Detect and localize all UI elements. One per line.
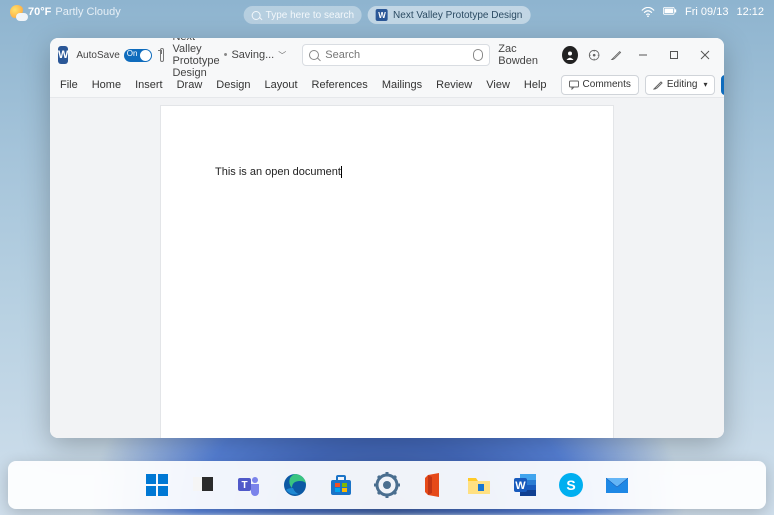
- autosave-control[interactable]: AutoSave On: [76, 49, 151, 62]
- chevron-down-icon: ▾: [703, 80, 707, 89]
- tab-view[interactable]: View: [486, 77, 510, 93]
- weather-condition[interactable]: Partly Cloudy: [55, 6, 120, 18]
- office-app-icon[interactable]: [419, 471, 447, 499]
- document-canvas[interactable]: This is an open document: [50, 98, 724, 438]
- document-page[interactable]: This is an open document: [161, 106, 613, 438]
- svg-text:W: W: [515, 480, 526, 492]
- titlebar-right: Zac Bowden: [498, 43, 716, 67]
- editing-button[interactable]: Editing ▾: [645, 75, 716, 95]
- edge-app-icon[interactable]: [281, 471, 309, 499]
- maximize-button[interactable]: [664, 43, 685, 67]
- tab-draw[interactable]: Draw: [177, 77, 203, 93]
- weather-temperature[interactable]: 70°F: [28, 6, 51, 18]
- tab-insert[interactable]: Insert: [135, 77, 163, 93]
- document-status: Saving...: [231, 49, 274, 61]
- pen-mode-icon[interactable]: [610, 48, 622, 62]
- settings-app-icon[interactable]: [373, 471, 401, 499]
- tab-file[interactable]: File: [60, 77, 78, 93]
- top-center-group: Type here to search W Next Valley Protot…: [244, 6, 531, 24]
- top-right-status: Fri 09/13 12:12: [641, 6, 764, 18]
- user-avatar[interactable]: [562, 46, 578, 64]
- tab-layout[interactable]: Layout: [265, 77, 298, 93]
- ribbon-search-input[interactable]: [325, 49, 467, 61]
- weather-icon: [10, 5, 24, 19]
- tab-home[interactable]: Home: [92, 77, 121, 93]
- autosave-label: AutoSave: [76, 50, 119, 61]
- start-button[interactable]: [143, 471, 171, 499]
- word-app-icon[interactable]: W: [511, 471, 539, 499]
- ribbon-tabs: File Home Insert Draw Design Layout Refe…: [50, 72, 724, 98]
- svg-text:S: S: [566, 477, 575, 493]
- tab-references[interactable]: References: [312, 77, 368, 93]
- mail-app-icon[interactable]: [603, 471, 631, 499]
- comments-label: Comments: [583, 79, 631, 90]
- desktop-top-bar: 70°F Partly Cloudy Type here to search W…: [0, 0, 774, 24]
- tab-review[interactable]: Review: [436, 77, 472, 93]
- close-button[interactable]: [695, 43, 716, 67]
- title-separator: •: [224, 49, 228, 61]
- teams-app-icon[interactable]: T: [235, 471, 263, 499]
- autosave-toggle[interactable]: On: [124, 49, 152, 62]
- word-titlebar: W AutoSave On Next Valley Prototype Desi…: [50, 38, 724, 72]
- tab-help[interactable]: Help: [524, 77, 547, 93]
- text-cursor: [341, 166, 342, 178]
- active-app-name: Next Valley Prototype Design: [393, 10, 522, 21]
- active-app-pill[interactable]: W Next Valley Prototype Design: [368, 6, 530, 24]
- system-date[interactable]: Fri 09/13: [685, 6, 728, 18]
- chevron-down-icon: ﹀: [278, 50, 286, 61]
- minimize-button[interactable]: [633, 43, 654, 67]
- taskbar: T W S: [8, 461, 766, 509]
- svg-text:T: T: [241, 480, 247, 491]
- word-app-icon: W: [58, 46, 68, 64]
- tab-design[interactable]: Design: [216, 77, 250, 93]
- coming-soon-icon[interactable]: [588, 48, 600, 62]
- desktop-search-placeholder: Type here to search: [266, 10, 354, 21]
- autosave-state: On: [127, 49, 138, 58]
- skype-app-icon[interactable]: S: [557, 471, 585, 499]
- tab-mailings[interactable]: Mailings: [382, 77, 422, 93]
- search-icon: [309, 50, 319, 60]
- explorer-app-icon[interactable]: [465, 471, 493, 499]
- user-name[interactable]: Zac Bowden: [498, 43, 552, 67]
- task-view-button[interactable]: [189, 471, 217, 499]
- wifi-icon[interactable]: [641, 7, 655, 17]
- editing-label: Editing: [667, 79, 698, 90]
- search-icon: [252, 11, 261, 20]
- system-time[interactable]: 12:12: [736, 6, 764, 18]
- microphone-icon[interactable]: [473, 49, 483, 61]
- document-text[interactable]: This is an open document: [215, 166, 341, 178]
- ribbon-search[interactable]: [302, 44, 490, 66]
- desktop-search[interactable]: Type here to search: [244, 6, 362, 24]
- word-window: W AutoSave On Next Valley Prototype Desi…: [50, 38, 724, 438]
- save-icon[interactable]: [160, 48, 165, 62]
- store-app-icon[interactable]: [327, 471, 355, 499]
- share-button[interactable]: Share ▾: [721, 75, 724, 95]
- word-mini-icon: W: [376, 9, 388, 21]
- ribbon-right-controls: Comments Editing ▾ Share ▾: [561, 75, 724, 95]
- battery-icon[interactable]: [663, 7, 677, 17]
- comments-button[interactable]: Comments: [561, 75, 639, 95]
